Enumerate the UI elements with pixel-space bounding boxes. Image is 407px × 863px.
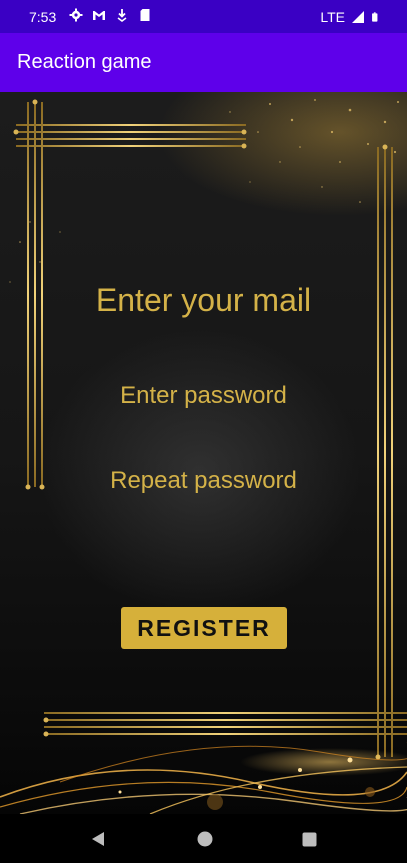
network-type: LTE [320, 9, 345, 25]
gold-sparkles [9, 99, 399, 283]
password-input[interactable]: Enter password [0, 382, 407, 410]
repeat-password-input[interactable]: Repeat password [0, 467, 407, 495]
status-time: 7:53 [29, 9, 57, 25]
status-bar: 7:53 LTE [0, 0, 407, 33]
download-icon [117, 9, 127, 22]
navigation-bar [0, 814, 407, 863]
battery-icon [372, 12, 378, 22]
recent-apps-icon[interactable] [302, 832, 317, 847]
gear-icon [69, 8, 83, 22]
signal-icon [352, 11, 364, 23]
screen: 7:53 LTE Reaction game Enter your mail E… [0, 0, 407, 863]
frame-right [375, 144, 393, 760]
gold-frame-decoration [0, 99, 407, 814]
register-button[interactable]: REGISTER [121, 607, 287, 649]
gmail-icon [93, 11, 105, 20]
app-bar: Reaction game [0, 33, 407, 92]
content-area: Enter your mail Enter password Repeat pa… [0, 92, 407, 814]
status-icons-left [69, 8, 152, 22]
frame-bottom [43, 712, 407, 737]
home-icon[interactable] [197, 831, 213, 847]
sd-card-icon [140, 9, 150, 21]
back-icon[interactable] [90, 831, 106, 847]
light-swirls [0, 742, 407, 814]
app-title: Reaction game [17, 51, 152, 73]
email-input[interactable]: Enter your mail [0, 282, 407, 319]
status-icons-right: LTE [320, 9, 381, 25]
